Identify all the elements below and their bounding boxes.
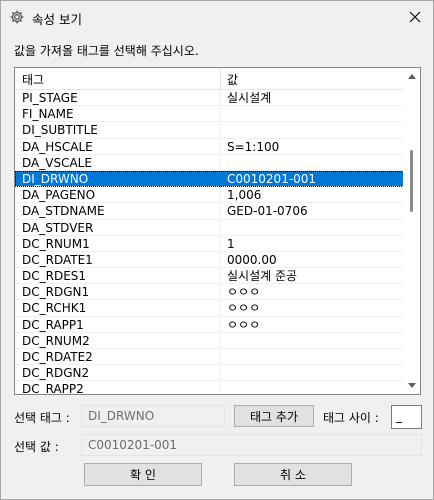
table-row[interactable]: DC_RAPP1 ㅇㅇㅇ	[15, 316, 404, 333]
tag-cell: DA_STDVER	[22, 220, 94, 235]
cell-divider	[220, 170, 221, 187]
cell-divider	[220, 90, 221, 106]
cell-divider	[220, 284, 221, 301]
cell-divider	[220, 251, 221, 268]
column-header-value[interactable]: 값	[227, 71, 238, 88]
value-cell: ㅇㅇㅇ	[227, 317, 261, 332]
separator-label: 태그 사이 :	[323, 411, 379, 425]
table-row[interactable]: DA_VSCALE	[15, 154, 404, 171]
table-row[interactable]: DI_SUBTITLE	[15, 122, 404, 139]
value-cell: ㅇㅇㅇ	[227, 301, 261, 316]
table-row[interactable]: PI_STAGE 실시설계	[15, 90, 404, 107]
table-row[interactable]: DA_STDVER	[15, 219, 404, 236]
instruction-text: 값을 가져올 태그를 선택해 주십시오.	[14, 44, 199, 58]
table-row[interactable]: DC_RDGN2	[15, 365, 404, 382]
tag-cell: DC_RAPP2	[22, 382, 84, 395]
list-header: 태그 값	[15, 68, 404, 90]
value-cell: ㅇㅇㅇ	[227, 285, 261, 300]
tag-cell: DC_RNUM2	[22, 333, 90, 348]
value-cell: 실시설계 준공	[227, 269, 298, 284]
tag-cell: DA_VSCALE	[22, 155, 92, 170]
separator-input[interactable]: _	[391, 405, 422, 429]
table-row[interactable]: DC_RNUM2	[15, 332, 404, 349]
add-tag-button[interactable]: 태그 추가	[234, 405, 314, 427]
table-row[interactable]: DC_RDATE1 0000.00	[15, 251, 404, 269]
cancel-button[interactable]: 취 소	[234, 463, 352, 486]
properties-dialog: 속성 보기 값을 가져올 태그를 선택해 주십시오. 태그 값 PI_STAGE…	[0, 0, 434, 500]
table-row[interactable]: DA_PAGENO 1,006	[15, 187, 404, 204]
tag-cell: DC_RDGN1	[22, 285, 90, 300]
cell-divider	[220, 187, 221, 204]
table-row[interactable]: DC_RDGN1 ㅇㅇㅇ	[15, 284, 404, 301]
gear-icon	[9, 9, 25, 25]
value-cell: GED-01-0706	[227, 204, 308, 219]
column-header-tag[interactable]: 태그	[22, 71, 44, 88]
window-title: 속성 보기	[32, 12, 82, 27]
vertical-scrollbar[interactable]	[403, 68, 420, 394]
scroll-up-arrow-icon[interactable]	[403, 68, 420, 85]
tag-cell: DC_RDATE1	[22, 252, 93, 267]
selected-value-field: C0010201-001	[81, 434, 422, 456]
close-icon	[409, 11, 421, 23]
cell-divider	[220, 316, 221, 333]
cell-divider	[220, 203, 221, 220]
tag-cell: DA_STDNAME	[22, 204, 105, 219]
tag-cell: DC_RNUM1	[22, 236, 90, 251]
cell-divider	[220, 268, 221, 285]
cell-divider	[220, 154, 221, 171]
selected-value-label: 선택 값 :	[14, 440, 59, 454]
value-cell: 1,006	[227, 188, 262, 203]
table-row[interactable]: DC_RCHK1 ㅇㅇㅇ	[15, 300, 404, 317]
cell-divider	[220, 235, 221, 252]
list-rows: PI_STAGE 실시설계 FI_NAME DI_SUBTITLE DA_HSCALE S…	[15, 90, 404, 395]
cell-divider	[220, 332, 221, 349]
cell-divider	[220, 122, 221, 139]
table-row[interactable]: FI_NAME	[15, 106, 404, 123]
tag-cell: DA_HSCALE	[22, 139, 93, 154]
table-row[interactable]: DI_DRWNO C0010201-001	[15, 170, 404, 188]
tag-cell: DC_RDGN2	[22, 366, 90, 381]
value-cell: C0010201-001	[227, 171, 317, 186]
tag-cell: PI_STAGE	[22, 91, 78, 105]
tag-cell: DC_RDES1	[22, 269, 87, 284]
selected-tag-field: DI_DRWNO	[81, 405, 225, 427]
value-cell: 실시설계	[227, 91, 272, 105]
value-cell: 0000.00	[227, 252, 277, 267]
tag-list[interactable]: 태그 값 PI_STAGE 실시설계 FI_NAME DI_SUBTITLE DA_HS…	[14, 67, 421, 395]
table-row[interactable]: DA_HSCALE S=1:100	[15, 138, 404, 155]
cell-divider	[220, 138, 221, 155]
value-cell: 1	[227, 236, 235, 251]
cell-divider	[220, 349, 221, 365]
cell-divider	[220, 365, 221, 382]
tag-cell: DC_RDATE2	[22, 350, 93, 364]
tag-cell: DC_RAPP1	[22, 317, 84, 332]
title-bar[interactable]: 속성 보기	[1, 1, 433, 33]
cell-divider	[220, 219, 221, 236]
selected-tag-label: 선택 태그 :	[14, 411, 70, 425]
table-row[interactable]: DC_RNUM1 1	[15, 235, 404, 252]
scrollbar-thumb[interactable]	[410, 150, 413, 212]
cell-divider	[220, 300, 221, 317]
table-row[interactable]: DA_STDNAME GED-01-0706	[15, 203, 404, 220]
close-button[interactable]	[403, 5, 427, 29]
cell-divider	[220, 381, 221, 394]
tag-cell: FI_NAME	[22, 107, 74, 122]
ok-button[interactable]: 확 인	[84, 463, 202, 486]
table-row[interactable]: DC_RAPP2	[15, 381, 404, 395]
tag-cell: DI_SUBTITLE	[22, 123, 98, 138]
scroll-down-arrow-icon[interactable]	[403, 377, 420, 394]
value-cell: S=1:100	[227, 139, 280, 154]
tag-cell: DC_RCHK1	[22, 301, 87, 316]
tag-cell: DI_DRWNO	[22, 171, 89, 186]
cell-divider	[220, 106, 221, 123]
column-divider[interactable]	[220, 68, 221, 90]
tag-cell: DA_PAGENO	[22, 188, 96, 203]
table-row[interactable]: DC_RDES1 실시설계 준공	[15, 268, 404, 285]
table-row[interactable]: DC_RDATE2	[15, 349, 404, 366]
